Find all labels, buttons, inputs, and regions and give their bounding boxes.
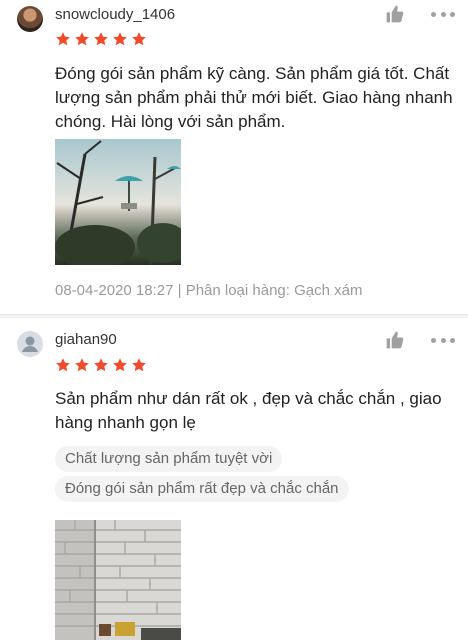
star-icon bbox=[94, 358, 108, 372]
review-photo[interactable] bbox=[55, 520, 181, 640]
rating-stars bbox=[55, 357, 147, 373]
user-avatar[interactable] bbox=[17, 6, 43, 32]
star-icon bbox=[56, 32, 70, 46]
review-tag: Chất lượng sản phẩm tuyệt vời bbox=[55, 446, 283, 472]
like-icon[interactable] bbox=[385, 330, 405, 350]
more-options-icon[interactable] bbox=[431, 4, 455, 24]
rating-stars bbox=[55, 31, 147, 47]
star-icon bbox=[94, 32, 108, 46]
review-photo[interactable] bbox=[55, 139, 181, 265]
review-meta: 08-04-2020 18:27 | Phân loại hàng: Gạch … bbox=[55, 282, 362, 299]
review-divider bbox=[0, 314, 468, 318]
star-icon bbox=[56, 358, 70, 372]
star-icon bbox=[132, 358, 146, 372]
star-icon bbox=[113, 32, 127, 46]
more-options-icon[interactable] bbox=[431, 330, 455, 350]
star-icon bbox=[113, 358, 127, 372]
review-username[interactable]: giahan90 bbox=[55, 331, 117, 348]
review-text: Đóng gói sản phẩm kỹ càng. Sản phẩm giá … bbox=[55, 64, 453, 131]
meta-separator: | bbox=[177, 282, 182, 299]
star-icon bbox=[75, 32, 89, 46]
star-icon bbox=[132, 32, 146, 46]
default-avatar-icon[interactable] bbox=[17, 331, 43, 357]
review-date: 08-04-2020 18:27 bbox=[55, 282, 174, 299]
review-card: snowcloudy_1406 Đóng gói sản phẩm kỹ càn… bbox=[0, 0, 468, 314]
review-text: Sản phẩm như dán rất ok , đẹp và chắc ch… bbox=[55, 389, 442, 432]
like-icon[interactable] bbox=[385, 4, 405, 24]
variation-label: Phân loại hàng: bbox=[185, 282, 290, 299]
variation-value: Gạch xám bbox=[294, 282, 363, 299]
review-tag: Đóng gói sản phẩm rất đẹp và chắc chắn bbox=[55, 476, 349, 502]
star-icon bbox=[75, 358, 89, 372]
review-username[interactable]: snowcloudy_1406 bbox=[55, 6, 175, 23]
